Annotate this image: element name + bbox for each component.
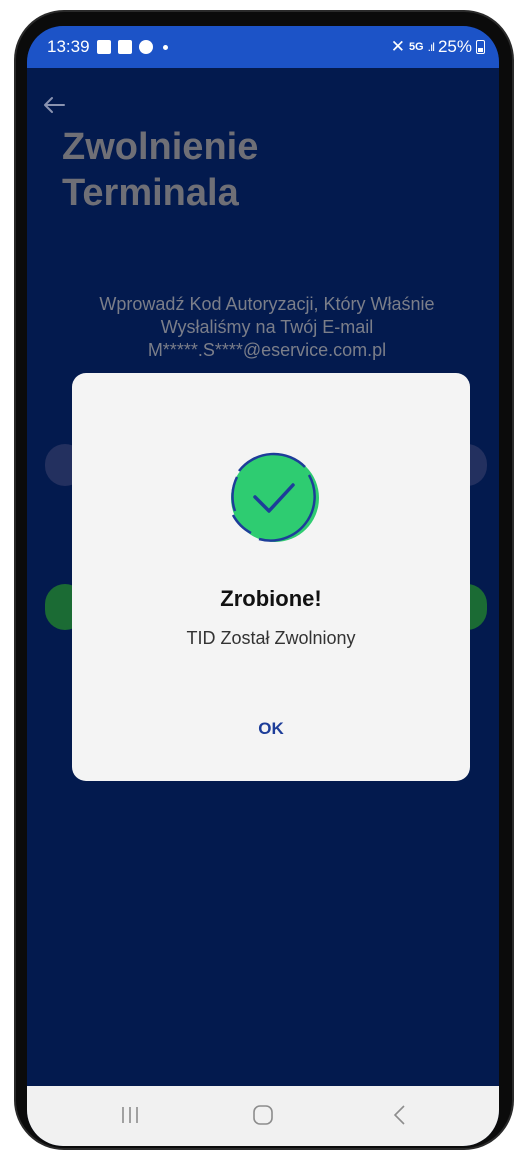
page-title: Zwolnienie Terminala (62, 124, 392, 216)
system-nav-bar (27, 1086, 499, 1146)
home-icon (253, 1105, 273, 1125)
dialog-message: TID Został Zwolniony (186, 628, 356, 648)
ball-notification-icon (138, 40, 153, 54)
arrow-left-icon (44, 97, 65, 113)
battery-icon (476, 40, 485, 54)
mute-icon: ✕ (390, 37, 405, 56)
status-right: ✕ 5G .ıl 25% (391, 37, 485, 57)
page-title-line2: Terminala (62, 172, 239, 214)
signal-icon: .ıl (427, 40, 435, 54)
network-badge: 5G (408, 41, 424, 53)
status-left: 13:39 (47, 37, 168, 57)
page-title-line1: Zwolnienie (62, 126, 259, 168)
gallery-notification-icon (96, 40, 111, 54)
home-button[interactable] (251, 1104, 275, 1132)
instruction-line1: Wprowadź Kod Autoryzacji, Który Właśnie (99, 294, 435, 314)
nav-back-button[interactable] (389, 1104, 411, 1132)
battery-percent: 25% (437, 37, 472, 56)
status-bar: 13:39 ✕ 5G .ıl 25% (27, 26, 499, 68)
phone-screen: 13:39 ✕ 5G .ıl 25% Zwolnienie Terminala … (27, 26, 499, 1146)
back-arrow-icon[interactable] (43, 90, 65, 121)
recents-button[interactable] (119, 1104, 141, 1132)
back-icon (393, 1105, 405, 1125)
masked-email: M*****.S****@eservice.com.pl (147, 340, 387, 360)
success-check-icon (217, 441, 327, 551)
more-notifications-icon (162, 44, 168, 50)
instruction-line2: Wysłaliśmy na Twój E-mail (160, 317, 374, 337)
ok-button[interactable]: OK (241, 709, 301, 749)
recents-icon (122, 1107, 138, 1123)
dialog-title: Zrobione! (220, 586, 322, 611)
checkbox-notification-icon (117, 40, 132, 54)
success-dialog: Zrobione! TID Został Zwolniony OK (72, 373, 470, 781)
status-time: 13:39 (47, 37, 90, 56)
instructions-text: Wprowadź Kod Autoryzacji, Który Właśnie … (67, 293, 467, 362)
